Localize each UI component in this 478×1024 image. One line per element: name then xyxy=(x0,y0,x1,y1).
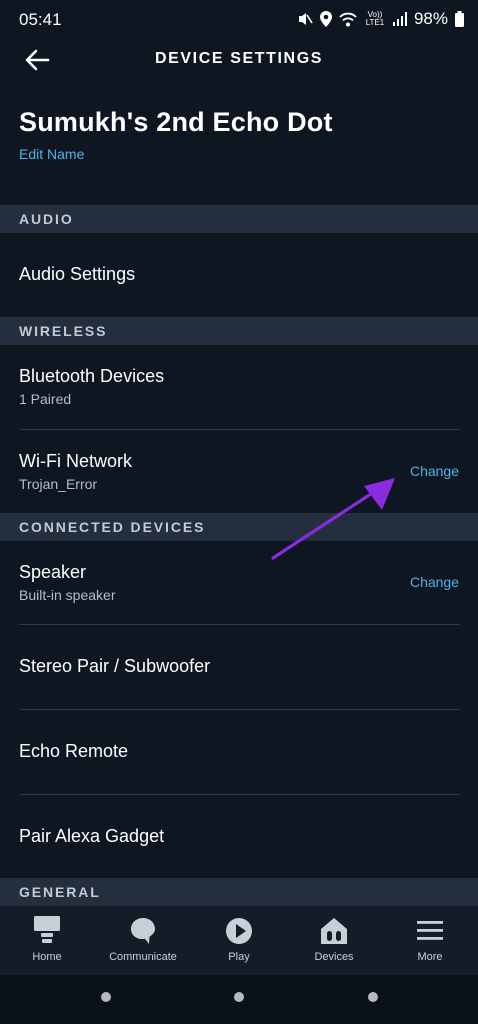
system-navigation-bar xyxy=(0,975,478,1024)
section-title: GENERAL xyxy=(19,884,101,900)
wifi-icon xyxy=(339,12,357,26)
battery-icon xyxy=(455,11,464,27)
status-icons: Vo)) LTE1 98% xyxy=(297,9,464,29)
pair-alexa-gadget-row[interactable]: Pair Alexa Gadget xyxy=(0,795,478,878)
section-title: CONNECTED DEVICES xyxy=(19,519,206,535)
edit-name-link[interactable]: Edit Name xyxy=(19,146,84,162)
bluetooth-devices-row[interactable]: Bluetooth Devices 1 Paired xyxy=(0,345,478,429)
audio-settings-row[interactable]: Audio Settings xyxy=(0,233,478,317)
nav-label: More xyxy=(417,951,443,963)
row-title: Echo Remote xyxy=(19,741,129,761)
nav-devices[interactable]: Devices xyxy=(289,906,379,976)
row-subtitle: 1 Paired xyxy=(19,391,72,407)
nav-label: Play xyxy=(228,951,250,963)
echo-remote-row[interactable]: Echo Remote xyxy=(0,710,478,794)
system-recents-button[interactable] xyxy=(101,992,111,1002)
signal-icon xyxy=(392,12,407,26)
nav-home[interactable]: Home xyxy=(2,906,92,976)
nav-label: Devices xyxy=(314,951,354,963)
stereo-pair-row[interactable]: Stereo Pair / Subwoofer xyxy=(0,625,478,709)
nav-more[interactable]: More xyxy=(385,906,475,976)
wifi-change-button[interactable]: Change xyxy=(410,463,459,479)
speaker-row[interactable]: Speaker Built-in speaker Change xyxy=(0,541,478,624)
row-subtitle: Trojan_Error xyxy=(19,476,98,492)
system-home-button[interactable] xyxy=(234,992,244,1002)
network-label: Vo)) LTE1 xyxy=(365,10,385,27)
devices-icon xyxy=(321,918,347,944)
mute-icon xyxy=(298,13,313,25)
wifi-network-row[interactable]: Wi-Fi Network Trojan_Error Change xyxy=(0,430,478,513)
nav-label: Home xyxy=(32,951,62,963)
row-title: Pair Alexa Gadget xyxy=(19,826,165,846)
section-header-wireless: WIRELESS xyxy=(0,317,478,345)
row-title: Stereo Pair / Subwoofer xyxy=(19,656,211,676)
nav-label: Communicate xyxy=(109,951,177,963)
system-back-button[interactable] xyxy=(368,992,378,1002)
section-title: AUDIO xyxy=(19,211,74,227)
status-time: 05:41 xyxy=(19,10,62,29)
home-icon xyxy=(34,916,60,943)
row-title: Speaker xyxy=(19,562,87,582)
nav-communicate[interactable]: Communicate xyxy=(98,906,188,976)
device-name: Sumukh's 2nd Echo Dot xyxy=(19,107,333,137)
battery-percent: 98% xyxy=(413,9,448,28)
row-title: Wi-Fi Network xyxy=(19,451,132,471)
play-icon xyxy=(226,918,252,944)
section-title: WIRELESS xyxy=(19,323,108,339)
section-header-audio: AUDIO xyxy=(0,205,478,233)
row-title: Audio Settings xyxy=(19,264,136,284)
top-app-bar: DEVICE SETTINGS xyxy=(0,38,478,82)
location-icon xyxy=(319,11,332,27)
section-header-connected-devices: CONNECTED DEVICES xyxy=(0,513,478,541)
bottom-navigation: Home Communicate Play Devices More xyxy=(0,905,478,976)
annotation-arrow-icon xyxy=(271,478,395,560)
row-subtitle: Built-in speaker xyxy=(19,587,116,603)
section-header-general: GENERAL xyxy=(0,878,478,906)
menu-icon xyxy=(417,921,443,940)
chat-bubble-icon xyxy=(131,918,155,944)
page-title: DEVICE SETTINGS xyxy=(154,50,324,67)
status-bar: 05:41 Vo)) LTE1 98% xyxy=(0,0,478,40)
row-title: Bluetooth Devices xyxy=(19,366,165,386)
nav-play[interactable]: Play xyxy=(194,906,284,976)
speaker-change-button[interactable]: Change xyxy=(410,574,459,590)
